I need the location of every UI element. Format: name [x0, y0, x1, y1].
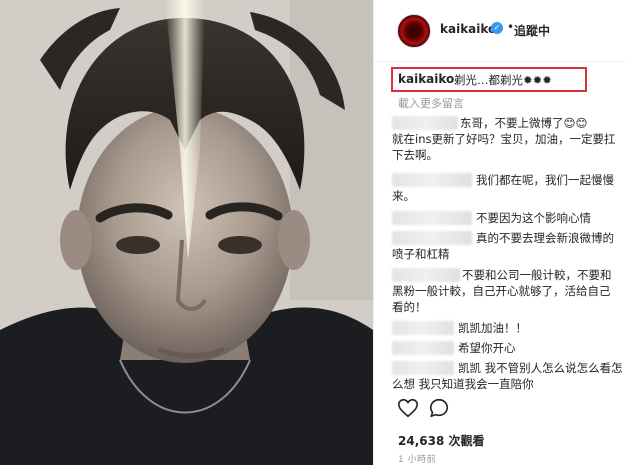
comment-item: 东哥，不要上微博了😊😊 就在ins更新了好吗？宝贝，加油，一定要扛 下去啊。 [392, 115, 622, 163]
comment-bubble-icon[interactable] [428, 397, 450, 419]
post-photo[interactable] [0, 0, 373, 465]
blurred-username [392, 211, 472, 225]
comment-text: 黑粉一般计較，自己开心就够了，活给自己 [392, 284, 611, 298]
comment-text: 下去啊。 [392, 148, 438, 162]
comment-text: 凯凯 我不管别人怎么说怎么看怎 [458, 361, 623, 375]
comment-text: 真的不要去理会新浪微博的 [476, 231, 614, 245]
blurred-username [392, 361, 454, 375]
comment-text: 希望你开心 [458, 341, 516, 355]
blurred-username [392, 173, 472, 187]
comment-item: 不要因为这个影响心情 [392, 210, 622, 226]
avatar[interactable] [397, 14, 431, 48]
comment-text: 不要和公司一般计較，不要和 [462, 268, 612, 282]
load-more-comments-link[interactable]: 載入更多留言 [398, 95, 464, 111]
comment-text: 喷子和杠精 [392, 247, 450, 261]
comment-item: 凯凯加油！！ [392, 320, 622, 336]
comment-text: 来。 [392, 189, 415, 203]
heart-icon[interactable] [397, 397, 419, 419]
comment-item: 不要和公司一般计較，不要和 黑粉一般计較，自己开心就够了，活给自己 看的！ [392, 267, 624, 315]
comment-item: 希望你开心 [392, 340, 622, 356]
header-username[interactable]: kaikaiko [440, 22, 496, 36]
comment-text: 不要因为这个影响心情 [476, 211, 591, 225]
post-side-panel: kaikaiko ✓ • 追蹤中 kaikaiko 剃光…都剃光✹✹✹ 載入更多… [373, 0, 626, 465]
comment-item: 我们都在呢，我们一起慢慢 来。 [392, 172, 622, 204]
caption-text: 剃光…都剃光✹✹✹ [454, 73, 552, 87]
follow-status-button[interactable]: 追蹤中 [514, 22, 550, 39]
verified-badge-icon: ✓ [491, 22, 503, 34]
blurred-username [392, 321, 454, 335]
post-actions [374, 395, 626, 425]
caption-username[interactable]: kaikaiko [398, 72, 454, 86]
blurred-username [392, 341, 454, 355]
comment-text: 凯凯加油！！ [458, 321, 527, 335]
post-header: kaikaiko ✓ • 追蹤中 [374, 0, 626, 62]
portrait-image [0, 0, 373, 465]
comment-text: 就在ins更新了好吗？宝贝，加油，一定要扛 [392, 132, 616, 146]
comment-text: 么想 我只知道我会一直陪你 [392, 377, 534, 391]
blurred-username [392, 231, 472, 245]
blurred-username [392, 268, 460, 282]
view-count[interactable]: 24,638 次觀看 [398, 432, 485, 449]
post-timestamp[interactable]: 1 小時前 [398, 452, 436, 465]
comment-text: 东哥，不要上微博了😊😊 [460, 116, 588, 130]
blurred-username [392, 116, 458, 130]
comment-item: 真的不要去理会新浪微博的 喷子和杠精 [392, 230, 622, 262]
comment-item: 凯凯 我不管别人怎么说怎么看怎 么想 我只知道我会一直陪你 [392, 360, 624, 392]
comment-text: 看的！ [392, 300, 427, 314]
comment-text: 我们都在呢，我们一起慢慢 [476, 173, 614, 187]
caption-highlight-box: kaikaiko 剃光…都剃光✹✹✹ [391, 67, 587, 92]
